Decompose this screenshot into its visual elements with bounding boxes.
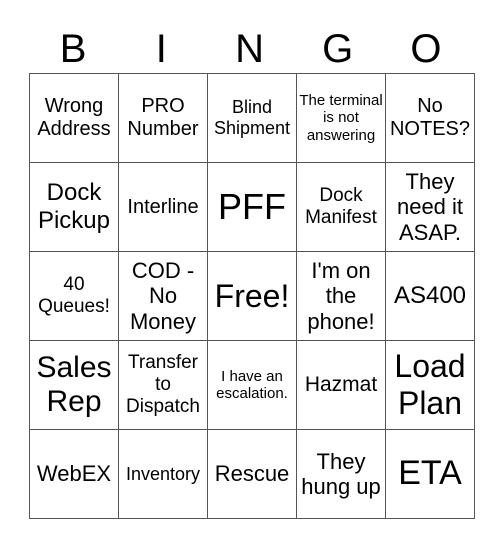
bingo-cell[interactable]: Wrong Address bbox=[29, 73, 119, 163]
bingo-row: Wrong Address PRO Number Blind Shipment The… bbox=[29, 73, 475, 163]
bingo-cell-text: Sales Rep bbox=[36, 350, 112, 419]
bingo-cell[interactable]: COD - No Money bbox=[118, 251, 208, 341]
bingo-cell[interactable]: ETA bbox=[385, 429, 475, 519]
bingo-cell[interactable]: Load Plan bbox=[385, 340, 475, 430]
bingo-cell-text: They hung up bbox=[301, 448, 381, 499]
bingo-cell[interactable]: Dock Manifest bbox=[296, 162, 386, 252]
bingo-card: Wrong Address PRO Number Blind Shipment The… bbox=[29, 73, 475, 519]
bingo-row: Dock Pickup Interline PFF Dock Manifest They… bbox=[29, 162, 475, 252]
bingo-cell[interactable]: I have an escalation. bbox=[207, 340, 297, 430]
bingo-cell-text: Load Plan bbox=[394, 348, 466, 421]
bingo-cell[interactable]: No NOTES? bbox=[385, 73, 475, 163]
bingo-cell-text: 40 Queues! bbox=[38, 274, 110, 317]
bingo-cell-text: WebEX bbox=[36, 461, 112, 487]
bingo-cell-text: Free! bbox=[214, 277, 290, 314]
header-letter-n: N bbox=[235, 27, 264, 71]
bingo-cell[interactable]: Blind Shipment bbox=[207, 73, 297, 163]
bingo-cell-text: Interline bbox=[127, 195, 199, 218]
bingo-row: Sales Rep Transfer to Dispatch I have an e… bbox=[29, 340, 475, 430]
bingo-cell-text: Wrong Address bbox=[37, 95, 111, 140]
bingo-cell-text: Inventory bbox=[125, 463, 201, 484]
bingo-cell-text: Transfer to Dispatch bbox=[126, 352, 200, 417]
bingo-cell[interactable]: The terminal is not answering bbox=[296, 73, 386, 163]
bingo-cell-text: I'm on the phone! bbox=[307, 258, 375, 334]
bingo-cell[interactable]: Hazmat bbox=[296, 340, 386, 430]
bingo-row: 40 Queues! COD - No Money Free! I'm on the … bbox=[29, 251, 475, 341]
bingo-cell[interactable]: Dock Pickup bbox=[29, 162, 119, 252]
bingo-row: WebEX Inventory Rescue They hung up ETA bbox=[29, 429, 475, 519]
bingo-cell[interactable]: PRO Number bbox=[118, 73, 208, 163]
bingo-cell[interactable]: Rescue bbox=[207, 429, 297, 519]
bingo-cell[interactable]: They hung up bbox=[296, 429, 386, 519]
header-letter-g: G bbox=[322, 27, 354, 71]
bingo-cell-text: PFF bbox=[218, 186, 286, 228]
bingo-cell-text: The terminal is not answering bbox=[299, 92, 383, 144]
bingo-cell-text: PRO Number bbox=[127, 95, 199, 140]
bingo-header: B I N G O bbox=[29, 24, 470, 74]
bingo-cell[interactable]: WebEX bbox=[29, 429, 119, 519]
bingo-cell-text: COD - No Money bbox=[129, 258, 197, 334]
header-letter-i: I bbox=[155, 27, 167, 71]
bingo-cell-text: AS400 bbox=[393, 282, 467, 310]
bingo-cell-text: Dock Pickup bbox=[37, 179, 111, 234]
bingo-cell-text: Rescue bbox=[214, 461, 290, 487]
bingo-cell[interactable]: Interline bbox=[118, 162, 208, 252]
bingo-cell-text: I have an escalation. bbox=[216, 367, 288, 402]
header-letter-b: B bbox=[59, 27, 87, 71]
bingo-cell-text: Dock Manifest bbox=[305, 185, 377, 228]
bingo-cell-text: ETA bbox=[398, 454, 462, 493]
bingo-cell-text: No NOTES? bbox=[389, 95, 471, 140]
bingo-cell[interactable]: 40 Queues! bbox=[29, 251, 119, 341]
bingo-cell-text: Blind Shipment bbox=[213, 97, 291, 138]
bingo-cell[interactable]: I'm on the phone! bbox=[296, 251, 386, 341]
bingo-cell[interactable]: PFF bbox=[207, 162, 297, 252]
bingo-cell[interactable]: They need it ASAP. bbox=[385, 162, 475, 252]
bingo-cell[interactable]: AS400 bbox=[385, 251, 475, 341]
bingo-cell[interactable]: Free! bbox=[207, 251, 297, 341]
bingo-cell[interactable]: Transfer to Dispatch bbox=[118, 340, 208, 430]
bingo-cell[interactable]: Sales Rep bbox=[29, 340, 119, 430]
header-letter-o: O bbox=[410, 27, 442, 71]
bingo-cell-text: They need it ASAP. bbox=[396, 169, 464, 245]
bingo-cell-text: Hazmat bbox=[304, 372, 378, 396]
bingo-cell[interactable]: Inventory bbox=[118, 429, 208, 519]
